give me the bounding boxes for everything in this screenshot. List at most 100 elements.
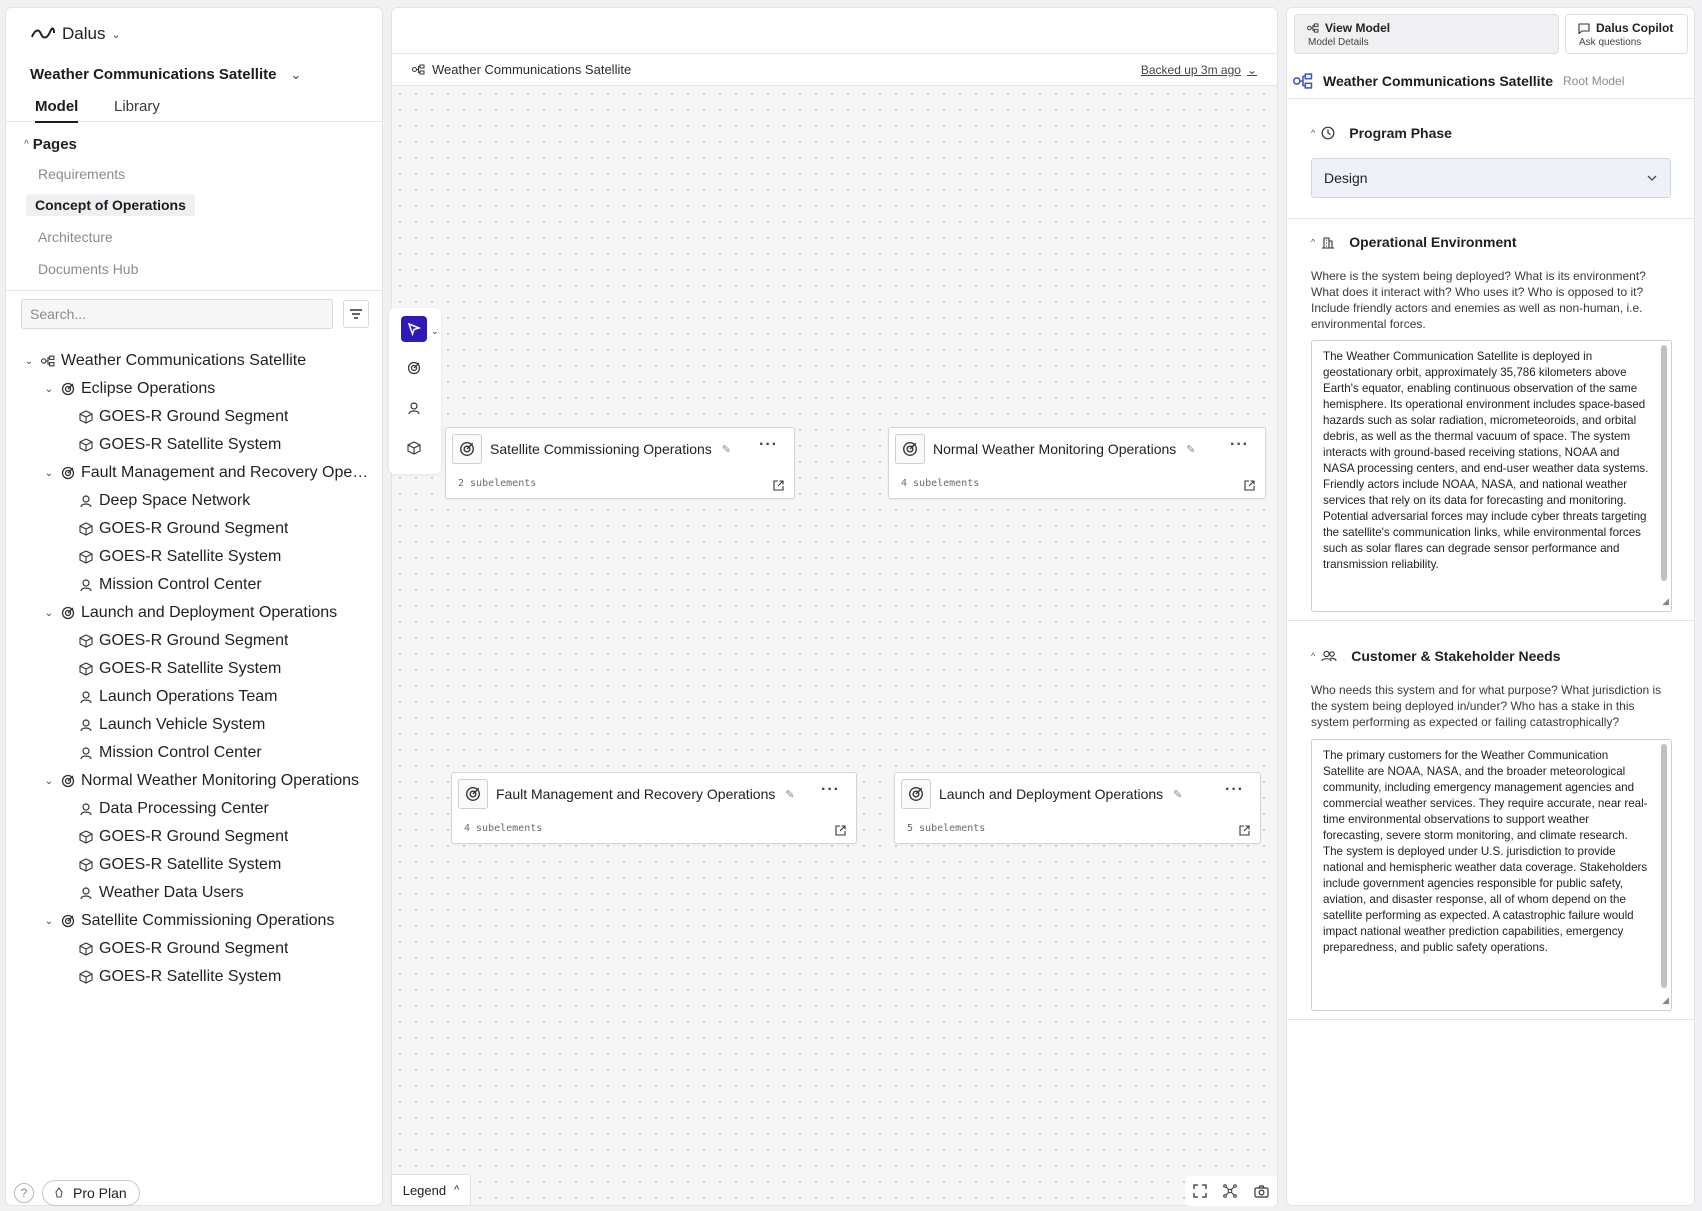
pencil-icon[interactable]: ✎ <box>1173 788 1182 801</box>
tree-group[interactable]: ⌄ Launch and Deployment Operations <box>6 599 382 627</box>
tree-item-label: Deep Space Network <box>99 492 251 509</box>
tree-item[interactable]: GOES-R Ground Segment <box>6 403 382 431</box>
chevron-down-icon[interactable]: ⌄ <box>431 326 439 337</box>
operational-environment-textarea[interactable]: The Weather Communication Satellite is d… <box>1311 340 1672 612</box>
program-phase-select[interactable]: Design <box>1311 158 1671 198</box>
tree-item[interactable]: GOES-R Ground Segment <box>6 627 382 655</box>
pencil-icon[interactable]: ✎ <box>722 443 731 456</box>
tree-item[interactable]: GOES-R Satellite System <box>6 851 382 879</box>
resize-handle-icon[interactable]: ◢ <box>1662 593 1669 609</box>
tab-dalus-copilot[interactable]: Dalus Copilot Ask questions <box>1565 14 1688 54</box>
open-external-icon[interactable] <box>1244 478 1255 496</box>
search-input[interactable] <box>21 299 333 329</box>
clock-icon <box>1321 126 1335 140</box>
breadcrumb[interactable]: Weather Communications Satellite <box>412 62 631 77</box>
scrollbar[interactable] <box>1661 744 1667 988</box>
open-external-icon[interactable] <box>835 823 846 841</box>
more-options-icon[interactable]: ··· <box>821 781 840 799</box>
tree-item[interactable]: Weather Data Users <box>6 879 382 907</box>
tree-root[interactable]: ⌄ Weather Communications Satellite <box>6 347 382 375</box>
tree-item[interactable]: GOES-R Satellite System <box>6 963 382 991</box>
resize-handle-icon[interactable]: ◢ <box>1662 992 1669 1008</box>
tab-view-model[interactable]: View Model Model Details <box>1294 14 1559 54</box>
tree-item[interactable]: GOES-R Satellite System <box>6 655 382 683</box>
tree-item[interactable]: GOES-R Satellite System <box>6 543 382 571</box>
canvas-toolbox: ⌄ <box>389 308 441 474</box>
operational-environment-header[interactable]: ^ Operational Environment <box>1311 234 1516 250</box>
camera-icon[interactable] <box>1254 1184 1269 1198</box>
tree-item-label: Launch Operations Team <box>99 688 278 705</box>
person-icon <box>408 402 420 415</box>
tab-model[interactable]: Model <box>35 98 79 123</box>
tree-group[interactable]: ⌄ Fault Management and Recovery Operation… <box>6 459 382 487</box>
chevron-down-icon[interactable]: ⌄ <box>42 468 56 479</box>
chevron-down-icon[interactable]: ⌄ <box>42 776 56 787</box>
more-options-icon[interactable]: ··· <box>1225 781 1244 799</box>
pencil-icon[interactable]: ✎ <box>785 788 794 801</box>
tree-group[interactable]: ⌄ Eclipse Operations <box>6 375 382 403</box>
tree-item[interactable]: GOES-R Ground Segment <box>6 823 382 851</box>
target-icon <box>60 773 76 789</box>
tree-item[interactable]: GOES-R Ground Segment <box>6 515 382 543</box>
operation-node[interactable]: Normal Weather Monitoring Operations ✎ ··… <box>888 427 1266 499</box>
program-phase-header[interactable]: ^ Program Phase <box>1311 125 1452 141</box>
tab-library[interactable]: Library <box>114 98 160 121</box>
cube-icon <box>78 829 94 845</box>
page-documents-hub[interactable]: Documents Hub <box>32 258 144 280</box>
chevron-down-icon[interactable]: ⌄ <box>42 916 56 927</box>
help-button[interactable]: ? <box>14 1183 34 1203</box>
tree-item[interactable]: GOES-R Satellite System <box>6 431 382 459</box>
legend-button[interactable]: Legend ^ <box>391 1174 471 1206</box>
model-tree-icon <box>1293 73 1313 89</box>
tree-item-label: Eclipse Operations <box>81 380 216 397</box>
diagram-canvas[interactable] <box>391 86 1278 1206</box>
backup-status[interactable]: Backed up 3m ago ⌄ <box>1141 63 1257 77</box>
person-icon <box>78 885 94 901</box>
pages-header[interactable]: ^ Pages <box>24 136 77 153</box>
actor-tool-button[interactable] <box>401 395 427 421</box>
tree-item[interactable]: Launch Vehicle System <box>6 711 382 739</box>
tree-item[interactable]: Mission Control Center <box>6 739 382 767</box>
page-concept-of-operations[interactable]: Concept of Operations <box>26 194 195 216</box>
scrollbar[interactable] <box>1661 345 1667 581</box>
chevron-down-icon[interactable]: ⌄ <box>42 608 56 619</box>
tree-item[interactable]: Deep Space Network <box>6 487 382 515</box>
fullscreen-icon[interactable] <box>1193 1184 1207 1198</box>
page-architecture[interactable]: Architecture <box>32 226 119 248</box>
component-tool-button[interactable] <box>401 435 427 461</box>
operation-node[interactable]: Launch and Deployment Operations ✎ ··· 5 … <box>894 772 1261 844</box>
root-model-header: Weather Communications Satellite Root Mo… <box>1293 72 1624 90</box>
network-icon[interactable] <box>1223 1184 1238 1198</box>
operation-node[interactable]: Fault Management and Recovery Operations… <box>451 772 857 844</box>
open-external-icon[interactable] <box>1239 823 1250 841</box>
model-selector[interactable]: Weather Communications Satellite ⌄ <box>30 66 301 83</box>
operation-tool-button[interactable] <box>401 355 427 381</box>
pro-plan-button[interactable]: Pro Plan <box>42 1180 140 1206</box>
tree-group[interactable]: ⌄ Satellite Commissioning Operations <box>6 907 382 935</box>
tree-item[interactable]: Mission Control Center <box>6 571 382 599</box>
person-icon <box>78 577 94 593</box>
more-options-icon[interactable]: ··· <box>759 436 778 454</box>
chevron-down-icon[interactable]: ⌄ <box>22 356 36 367</box>
page-requirements[interactable]: Requirements <box>32 163 131 185</box>
stakeholder-needs-header[interactable]: ^ Customer & Stakeholder Needs <box>1311 648 1561 664</box>
tree-item-label: Mission Control Center <box>99 576 262 593</box>
tree-item[interactable]: Launch Operations Team <box>6 683 382 711</box>
rocket-icon <box>55 1187 63 1198</box>
brand-menu[interactable]: Dalus ⌄ <box>30 24 121 44</box>
target-icon <box>895 434 925 464</box>
tree-item[interactable]: Data Processing Center <box>6 795 382 823</box>
operation-node[interactable]: Satellite Commissioning Operations ✎ ··· … <box>445 427 795 499</box>
open-external-icon[interactable] <box>773 478 784 496</box>
pencil-icon[interactable]: ✎ <box>1186 443 1195 456</box>
operational-environment-label: Operational Environment <box>1349 234 1517 250</box>
chevron-down-icon[interactable]: ⌄ <box>42 384 56 395</box>
filter-button[interactable] <box>343 300 369 328</box>
cube-icon <box>78 969 94 985</box>
more-options-icon[interactable]: ··· <box>1230 436 1249 454</box>
tree-group[interactable]: ⌄ Normal Weather Monitoring Operations <box>6 767 382 795</box>
stakeholder-needs-textarea[interactable]: The primary customers for the Weather Co… <box>1311 739 1672 1011</box>
tree-item[interactable]: GOES-R Ground Segment <box>6 935 382 963</box>
select-tool-button[interactable] <box>401 316 427 342</box>
tree-item-label: Fault Management and Recovery Operations <box>81 464 371 481</box>
